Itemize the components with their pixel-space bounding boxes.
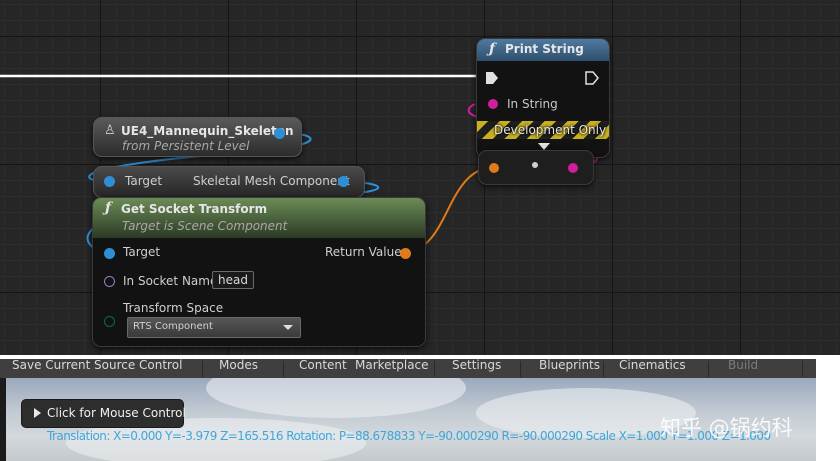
toolbar-divider — [434, 361, 435, 377]
print-string-title: Print String — [505, 42, 584, 56]
toolbar-build[interactable]: Build — [728, 359, 758, 371]
in-string-pin[interactable] — [488, 99, 498, 109]
toolbar-blueprints[interactable]: Blueprints — [539, 359, 600, 371]
toolbar-settings[interactable]: Settings — [452, 359, 501, 371]
level-editor-toolbar: Save Current Source Control Modes Conten… — [0, 359, 816, 378]
knot-node[interactable] — [478, 150, 594, 185]
expand-arrow-icon[interactable] — [538, 143, 550, 150]
toolbar-content[interactable]: Content — [299, 359, 347, 371]
function-icon: ƒ — [105, 200, 112, 216]
socket-target-label: Target — [123, 245, 161, 259]
toolbar-divider — [520, 361, 521, 377]
mesh-target-label: Target — [125, 174, 163, 188]
function-icon: ƒ — [489, 41, 496, 57]
mesh-component-node[interactable]: Target Skeletal Mesh Component — [93, 166, 365, 198]
mesh-out-pin[interactable] — [338, 176, 349, 187]
development-only-label: Development Only — [494, 123, 607, 137]
skeleton-out-pin[interactable] — [274, 128, 285, 139]
blueprint-graph[interactable]: ƒ Print String In String Development Onl… — [0, 0, 840, 355]
transform-space-value: RTS Component — [133, 321, 213, 332]
cursor-arrow-icon — [34, 408, 41, 418]
knot-out-pin[interactable] — [568, 163, 578, 173]
mesh-target-pin[interactable] — [104, 176, 115, 187]
return-value-label: Return Value — [325, 245, 402, 259]
toolbar-divider — [283, 361, 284, 377]
mouse-control-button[interactable]: Click for Mouse Control — [21, 399, 186, 428]
toolbar-divider — [202, 361, 203, 377]
socket-name-field[interactable]: head — [212, 271, 254, 289]
transform-space-dropdown[interactable]: RTS Component — [127, 317, 301, 338]
get-socket-transform-node[interactable]: ƒ Get Socket Transform Target is Scene C… — [92, 197, 426, 347]
toolbar-save-current[interactable]: Save Current — [12, 359, 90, 371]
watermark-text: 知乎 @锅约科 — [660, 416, 793, 440]
skeleton-reference-node[interactable]: ♙ UE4_Mannequin_Skeleton from Persistent… — [93, 117, 302, 157]
sky-cloud — [206, 378, 466, 418]
skeleton-node-title: UE4_Mannequin_Skeleton — [121, 124, 294, 138]
toolbar-divider — [708, 361, 709, 377]
toolbar-divider — [603, 361, 604, 377]
actor-icon: ♙ — [104, 123, 116, 138]
toolbar-source-control[interactable]: Source Control — [94, 359, 182, 371]
transform-space-label: Transform Space — [123, 301, 224, 315]
in-socket-name-label: In Socket Name — [123, 274, 218, 288]
in-string-label: In String — [507, 97, 558, 111]
transform-space-pin[interactable] — [104, 316, 115, 327]
print-string-node[interactable]: ƒ Print String In String Development Onl… — [476, 38, 610, 158]
chevron-down-icon — [283, 325, 293, 330]
mesh-component-label: Skeletal Mesh Component — [193, 174, 350, 188]
exec-in-pin-icon[interactable] — [485, 71, 499, 85]
socket-node-title: Get Socket Transform — [121, 202, 268, 216]
socket-node-subtitle: Target is Scene Component — [122, 219, 288, 233]
exec-out-pin-icon[interactable] — [585, 71, 599, 85]
toolbar-marketplace[interactable]: Marketplace — [355, 359, 429, 371]
mouse-control-label: Click for Mouse Control — [47, 406, 186, 420]
toolbar-divider — [802, 361, 803, 377]
return-value-pin[interactable] — [400, 248, 411, 259]
skeleton-node-subtitle: from Persistent Level — [122, 139, 250, 153]
knot-in-pin[interactable] — [489, 163, 499, 173]
socket-target-pin[interactable] — [104, 248, 115, 259]
in-socket-name-pin[interactable] — [104, 276, 115, 287]
knot-center-dot — [532, 162, 538, 168]
toolbar-cinematics[interactable]: Cinematics — [619, 359, 686, 371]
toolbar-modes[interactable]: Modes — [219, 359, 258, 371]
right-panel-edge — [816, 359, 840, 461]
